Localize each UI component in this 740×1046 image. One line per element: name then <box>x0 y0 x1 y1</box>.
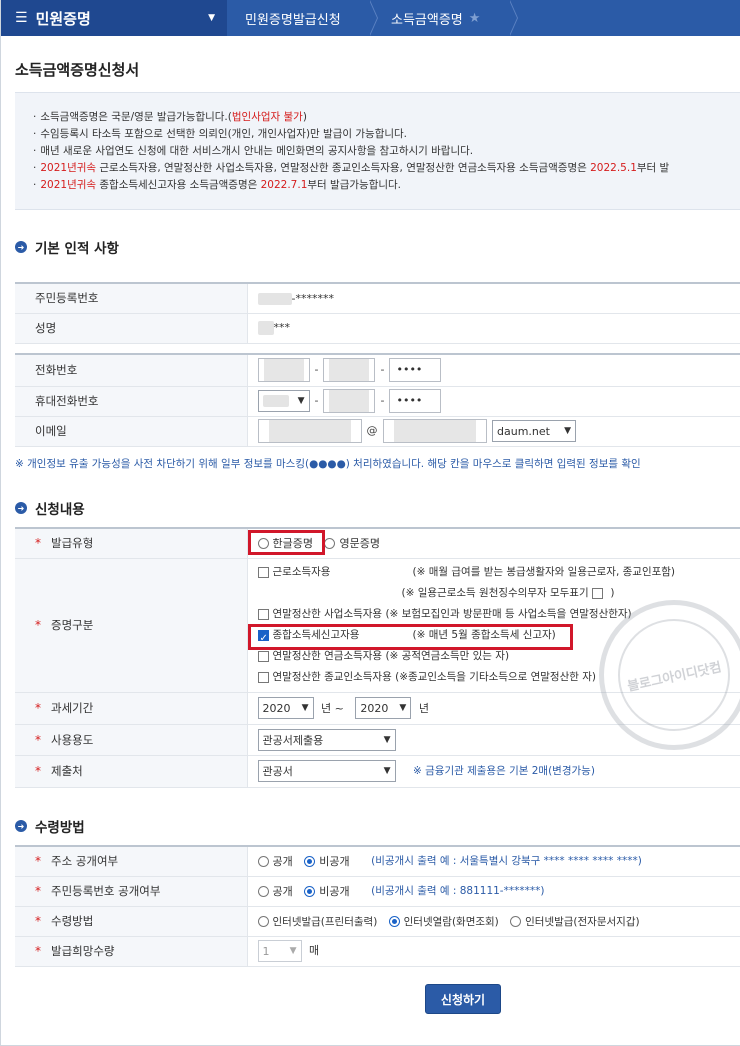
submit-button[interactable]: 신청하기 <box>425 984 501 1014</box>
breadcrumb-label: 민원증명발급신청 <box>245 12 341 28</box>
hamburger-icon: ☰ <box>15 10 28 26</box>
section-heading-basic: ➜ 기본 인적 사항 <box>15 237 119 257</box>
quantity-select[interactable]: 1 ▼ <box>257 940 302 962</box>
cert-option-wage[interactable]: 근로소득자용 <box>257 566 413 578</box>
rrn-private-radio[interactable]: 비공개 <box>304 884 357 898</box>
address-note: (비공개시 출력 예 : 서울특별시 강북구 **** **** **** **… <box>371 855 642 868</box>
submit-to-note: ※ 금융기관 제출용은 기본 2매(변경가능) <box>413 765 595 777</box>
phone-part2-input[interactable] <box>323 358 376 383</box>
notice-line: · 수임등록시 타소득 포함으로 선택한 의뢰인(개인, 개인사업자)만 발급이 … <box>33 128 408 140</box>
issue-type-label: 발급유형 <box>51 536 94 551</box>
watermark-text: 블로그아이디닷컴 <box>607 608 740 742</box>
notice-box: · 소득금액증명은 국문/영문 발급가능합니다.(법인사업자 불가) · 수임등록시… <box>15 92 740 210</box>
section-arrow-icon: ➜ <box>15 820 27 832</box>
tax-year-from-select[interactable]: 2020 ▼ <box>257 697 314 719</box>
cert-type-label: 증명구분 <box>51 618 94 632</box>
mobile-part3-input[interactable]: •••• <box>389 389 442 413</box>
section-heading-receive: ➜ 수령방법 <box>15 816 85 836</box>
chevron-down-icon: ▼ <box>208 13 215 23</box>
tax-year-to-select[interactable]: 2020 ▼ <box>355 697 412 719</box>
receive-table: * 주소 공개여부 공개 비공개 (비공개시 출력 예 : 서울특별시 강북구 *… <box>15 845 740 967</box>
usage-label: 사용용도 <box>51 732 94 747</box>
contact-table: 전화번호 - - •••• 휴대전화번호 ▼ - - •••• 이메일 @ daum.ne… <box>15 353 740 447</box>
quantity-label: 발급희망수량 <box>51 944 115 958</box>
chevron-down-icon: ▼ <box>297 396 305 406</box>
address-public-label: 주소 공개여부 <box>51 854 119 869</box>
email-domain-input[interactable] <box>382 419 487 443</box>
top-navigation: ☰ 민원증명 ▼ 민원증명발급신청 소득금액증명 ★ <box>1 0 740 36</box>
section-arrow-icon: ➜ <box>15 502 27 514</box>
chevron-down-icon: ▼ <box>289 946 297 956</box>
method-print-radio[interactable]: 인터넷발급(프린터출력) <box>257 915 386 928</box>
tax-period-label: 과세기간 <box>51 701 94 715</box>
breadcrumb-label: 소득금액증명 <box>391 12 463 28</box>
cert-option-pension[interactable]: 연말정산한 연금소득자용 <box>257 650 382 662</box>
name-label: 성명 <box>15 313 248 344</box>
section-heading-apply: ➜ 신청내용 <box>15 498 85 518</box>
main-menu-label: 민원증명 <box>35 9 91 28</box>
address-public-radio[interactable]: 공개 <box>257 854 301 868</box>
notice-line: · 2021년귀속 근로소득자용, 연말정산한 사업소득자용, 연말정산한 종교인… <box>33 162 670 174</box>
receive-method-label: 수령방법 <box>51 914 94 928</box>
notice-line: · 매년 새로운 사업연도 신청에 대한 서비스개시 안내는 메인화면의 공지사항… <box>33 145 474 157</box>
favorite-star-icon[interactable]: ★ <box>469 11 481 26</box>
chevron-down-icon: ▼ <box>383 734 391 745</box>
basic-info-table-1: 주민등록번호 -******* 성명 *** <box>15 282 740 344</box>
highlight-comprehensive-option <box>248 624 573 650</box>
cert-option-business[interactable]: 연말정산한 사업소득자용 <box>257 608 382 620</box>
highlight-korean-cert <box>248 530 325 555</box>
phone-label: 전화번호 <box>15 353 248 387</box>
mobile-label: 휴대전화번호 <box>15 386 248 417</box>
daily-worker-checkbox[interactable] <box>591 587 603 599</box>
cert-option-religious[interactable]: 연말정산한 종교인소득자용 <box>257 671 392 683</box>
submit-to-label: 제출처 <box>51 764 83 778</box>
mobile-prefix-select[interactable]: ▼ <box>257 390 310 412</box>
chevron-down-icon: ▼ <box>564 426 571 436</box>
email-domain-select[interactable]: daum.net ▼ <box>492 420 576 442</box>
mobile-part2-input[interactable] <box>323 389 376 413</box>
method-view-radio[interactable]: 인터넷열람(화면조회) <box>388 915 507 928</box>
main-menu-button[interactable]: ☰ 민원증명 ▼ <box>1 0 227 36</box>
page-title: 소득금액증명신청서 <box>15 61 140 79</box>
masking-note: ※ 개인정보 유출 가능성을 사전 차단하기 위해 일부 정보를 마스킹(●●●… <box>15 458 641 470</box>
email-label: 이메일 <box>15 416 248 447</box>
notice-line: · 소득금액증명은 국문/영문 발급가능합니다.(법인사업자 불가) <box>33 111 307 123</box>
method-wallet-radio[interactable]: 인터넷발급(전자문서지갑) <box>510 915 647 928</box>
page-frame: ☰ 민원증명 ▼ 민원증명발급신청 소득금액증명 ★ 소득금액증명신청서 · 소득… <box>0 0 740 1046</box>
chevron-down-icon: ▼ <box>383 766 391 776</box>
phone-part3-input[interactable]: •••• <box>389 358 442 383</box>
chevron-down-icon: ▼ <box>399 703 407 713</box>
breadcrumb-item-1[interactable]: 민원증명발급신청 <box>227 0 378 36</box>
chevron-down-icon: ▼ <box>301 703 309 713</box>
rrn-label: 주민등록번호 <box>15 282 248 314</box>
phone-part1-input[interactable] <box>257 358 310 383</box>
notice-line: · 2021년귀속 종합소득세신고자용 소득금액증명은 2022.7.1부터 발급… <box>33 179 402 191</box>
submit-to-select[interactable]: 관공서 ▼ <box>257 760 396 782</box>
section-arrow-icon: ➜ <box>15 241 27 253</box>
rrn-public-radio[interactable]: 공개 <box>257 884 301 898</box>
rrn-public-label: 주민등록번호 공개여부 <box>51 884 161 898</box>
usage-select[interactable]: 관공서제출용 ▼ <box>257 728 396 751</box>
issue-type-english-radio[interactable]: 영문증명 <box>324 536 387 550</box>
name-value: *** <box>247 313 740 344</box>
email-id-input[interactable] <box>257 419 362 443</box>
rrn-note: (비공개시 출력 예 : 881111-*******) <box>371 885 545 897</box>
rrn-value: -******* <box>247 282 740 314</box>
address-private-radio[interactable]: 비공개 <box>304 854 357 868</box>
breadcrumb-item-2[interactable]: 소득금액증명 ★ <box>369 0 518 36</box>
